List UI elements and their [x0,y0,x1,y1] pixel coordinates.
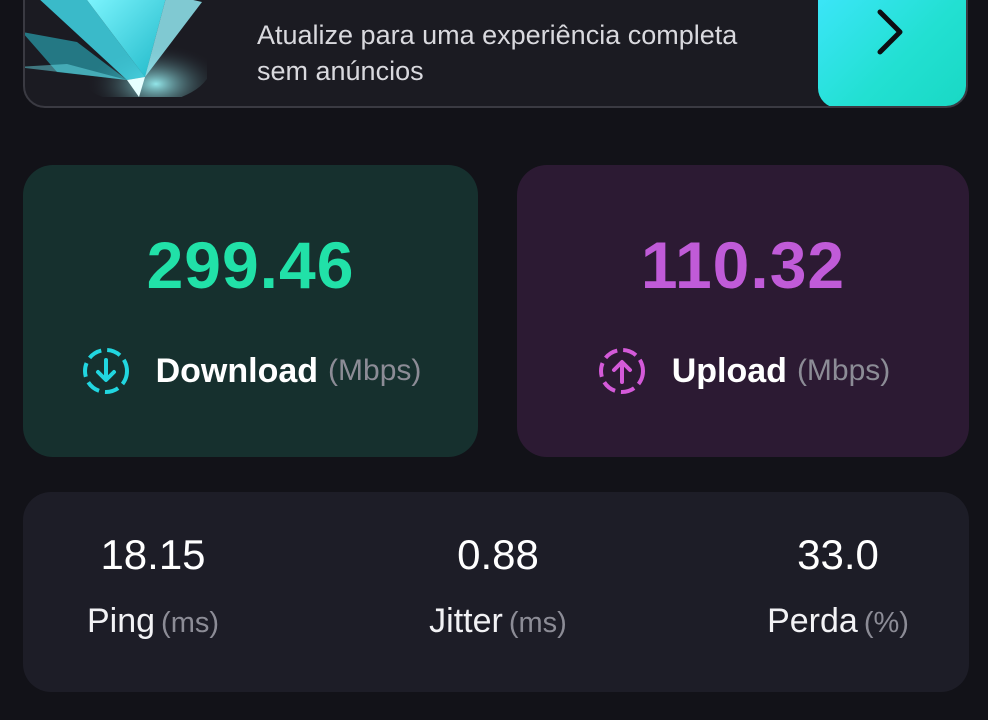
ping-value: 18.15 [100,531,206,578]
ping-stat: 18.15 Ping (ms) [63,492,243,692]
jitter-unit: (ms) [508,607,567,639]
packet-loss-label: Perda [767,602,858,640]
jitter-label-row: Jitter (ms) [398,602,598,641]
packet-loss-unit: (%) [863,607,909,639]
packet-loss-value: 33.0 [797,531,879,578]
ping-unit: (ms) [161,607,220,639]
upload-label-row: Upload (Mbps) [517,345,969,397]
download-speed-card[interactable]: 299.46 Download (Mbps) [23,165,478,457]
speedtest-results-screen: Atualize para uma experiência completa s… [0,0,988,720]
latency-stats-panel: 18.15 Ping (ms) 0.88 Jitter (ms) 33.0 Perd… [23,492,969,692]
promo-description: Atualize para uma experiência completa s… [257,17,817,89]
crystal-logo-icon [25,0,207,97]
promo-description-line2: sem anúncios [257,56,424,86]
download-arrow-icon [82,348,129,394]
upload-unit: (Mbps) [796,354,891,387]
promo-description-line1: Atualize para uma experiência completa [257,20,738,50]
packet-loss-stat: 33.0 Perda (%) [753,492,923,692]
promo-open-button[interactable] [818,0,966,106]
jitter-label: Jitter [429,602,503,640]
download-speed-value: 299.46 [146,228,355,302]
jitter-stat: 0.88 Jitter (ms) [398,492,598,692]
upload-speed-card[interactable]: 110.32 Upload (Mbps) [517,165,969,457]
chevron-right-icon [877,9,903,55]
jitter-value: 0.88 [457,531,539,578]
download-label: Download [155,351,319,390]
upload-label: Upload [671,351,787,390]
premium-upgrade-banner[interactable]: Atualize para uma experiência completa s… [23,0,968,108]
upload-arrow-icon [598,348,645,394]
upload-speed-value: 110.32 [640,228,846,302]
packet-loss-label-row: Perda (%) [753,602,923,641]
ping-label-row: Ping (ms) [63,602,243,641]
download-label-row: Download (Mbps) [23,345,478,397]
ping-label: Ping [86,602,156,640]
download-unit: (Mbps) [328,354,422,387]
